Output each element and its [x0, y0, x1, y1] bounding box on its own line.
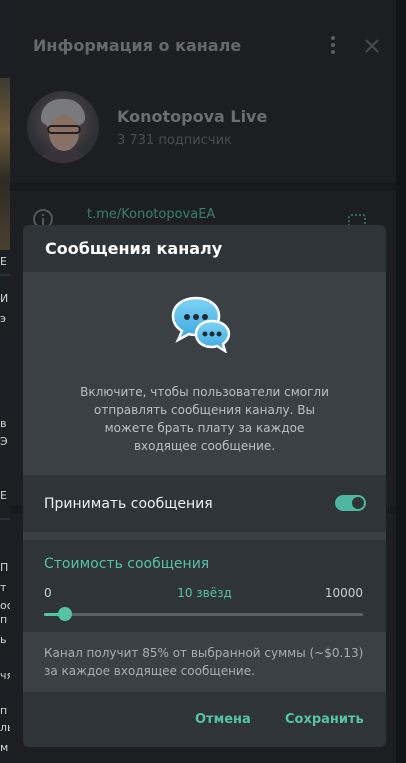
dialog-divider [23, 532, 386, 540]
accept-messages-toggle[interactable] [335, 495, 366, 511]
cost-slider-thumb[interactable] [58, 607, 72, 621]
revenue-note: Канал получит 85% от выбранной суммы (~$… [23, 632, 386, 692]
slider-max-label: 10000 [324, 586, 363, 600]
cost-slider-track[interactable] [44, 613, 363, 616]
bg-char: ос [0, 599, 10, 612]
bg-char: Э [0, 435, 8, 448]
bg-char: П [0, 561, 9, 574]
dialog-hero: Включите, чтобы пользователи смогли отпр… [23, 272, 386, 475]
bg-char: ь [0, 633, 7, 646]
dialog-title: Сообщения каналу [45, 239, 223, 258]
cancel-button[interactable]: Отмена [195, 712, 251, 727]
message-cost-title: Стоимость сообщения [44, 556, 210, 572]
bg-char: чя [0, 669, 10, 682]
bg-divider [0, 274, 10, 276]
bg-char: Е [0, 255, 7, 268]
bg-divider [0, 518, 10, 520]
bg-char: м [0, 741, 9, 754]
accept-messages-label: Принимать сообщения [44, 496, 213, 512]
bg-char: Е [0, 489, 7, 502]
messages-dialog: Сообщения каналу Включите, чтобы пользов… [23, 225, 386, 747]
revenue-note-text: Канал получит 85% от выбранной суммы (~$… [44, 646, 364, 678]
accept-messages-row[interactable]: Принимать сообщения [23, 475, 386, 532]
bg-char: в [0, 417, 7, 430]
background-chat-strip: Е И э в Э Е П т ос п ь чя п ль м [0, 0, 10, 763]
save-button[interactable]: Сохранить [285, 712, 364, 727]
background-right-strip [396, 0, 406, 763]
bg-char: э [0, 312, 7, 325]
dialog-description: Включите, чтобы пользователи смогли отпр… [80, 385, 329, 453]
background-photo [0, 78, 10, 250]
bg-char: п [0, 613, 8, 626]
bg-char: ль [0, 721, 10, 734]
chat-bubbles-icon [170, 295, 234, 354]
bg-char: п [0, 704, 8, 717]
bg-char: т [0, 581, 7, 594]
bg-char: И [0, 292, 9, 305]
